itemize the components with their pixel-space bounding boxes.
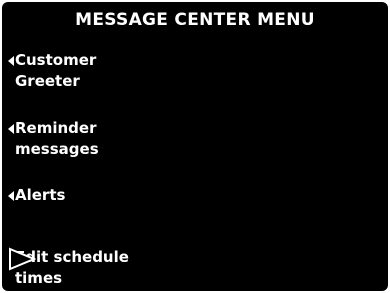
left-arrow-icon <box>8 56 14 66</box>
menu-item-label: Alerts <box>15 185 65 206</box>
display-screen: MESSAGE CENTER MENU Customer Greeter Rem… <box>2 2 388 291</box>
menu-item-label: Reminder messages <box>15 118 99 160</box>
menu-item-label-line2: Greeter <box>15 72 80 90</box>
menu-item-label-line2: messages <box>15 140 99 158</box>
menu-item-alerts[interactable]: Alerts <box>8 185 65 206</box>
menu-item-label-line2: times <box>15 269 63 287</box>
menu-item-label-line1: Alerts <box>15 186 66 204</box>
left-arrow-icon <box>8 191 14 201</box>
menu-title: MESSAGE CENTER MENU <box>75 10 315 30</box>
menu-item-label-line1: Reminder <box>15 119 97 137</box>
menu-item-label-line1: Customer <box>15 51 97 69</box>
menu-item-label: Customer Greeter <box>15 50 96 92</box>
menu-item-customer-greeter[interactable]: Customer Greeter <box>8 50 96 92</box>
menu-item-reminder-messages[interactable]: Reminder messages <box>8 118 99 160</box>
left-arrow-icon <box>8 124 14 134</box>
pointer-arrow-icon <box>9 247 36 271</box>
